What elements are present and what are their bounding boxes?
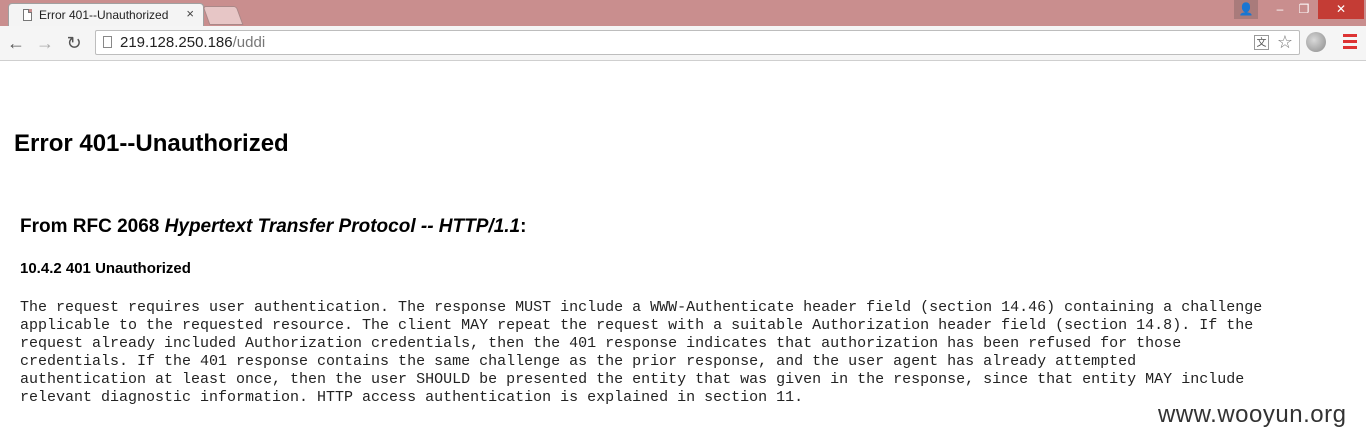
forward-arrow-icon[interactable]: → — [34, 32, 56, 54]
error-heading: Error 401--Unauthorized — [14, 130, 289, 157]
rfc-suffix: : — [520, 216, 527, 237]
tab-title: Error 401--Unauthorized — [39, 8, 169, 22]
close-window-button[interactable]: ✕ — [1318, 0, 1364, 19]
url-text[interactable]: 219.128.250.186/uddi — [120, 34, 265, 51]
minimize-button[interactable]: – — [1268, 0, 1292, 19]
browser-toolbar: ← → ↻ 219.128.250.186/uddi 文 ☆ — [0, 26, 1366, 61]
error-description: The request requires user authentication… — [20, 299, 1263, 406]
page-icon — [23, 9, 32, 21]
rfc-heading: From RFC 2068 Hypertext Transfer Protoco… — [20, 216, 526, 238]
browser-tab[interactable]: Error 401--Unauthorized × — [8, 3, 204, 26]
bookmark-star-icon[interactable]: ☆ — [1277, 32, 1293, 53]
maximize-button[interactable]: ❐ — [1292, 0, 1316, 19]
back-arrow-icon[interactable]: ← — [5, 32, 27, 54]
user-profile-icon[interactable]: 👤 — [1234, 0, 1258, 19]
reload-icon[interactable]: ↻ — [63, 32, 85, 54]
page-content: Error 401--Unauthorized From RFC 2068 Hy… — [0, 61, 1366, 442]
translate-icon[interactable]: 文 — [1254, 35, 1269, 50]
watermark: www.wooyun.org — [1158, 401, 1347, 428]
url-host: 219.128.250.186 — [120, 34, 233, 51]
page-info-icon[interactable] — [103, 36, 112, 48]
address-bar[interactable]: 219.128.250.186/uddi 文 ☆ — [95, 30, 1300, 55]
menu-icon[interactable] — [1343, 34, 1357, 52]
url-path: /uddi — [232, 34, 266, 51]
new-tab-button[interactable] — [202, 6, 244, 25]
rfc-prefix: From RFC 2068 — [20, 216, 165, 237]
title-bar: Error 401--Unauthorized × 👤 – ❐ ✕ — [0, 0, 1366, 26]
extension-globe-icon[interactable] — [1306, 32, 1326, 52]
rfc-title: Hypertext Transfer Protocol -- HTTP/1.1 — [164, 216, 521, 237]
tab-close-icon[interactable]: × — [186, 6, 194, 21]
section-heading: 10.4.2 401 Unauthorized — [20, 260, 191, 277]
